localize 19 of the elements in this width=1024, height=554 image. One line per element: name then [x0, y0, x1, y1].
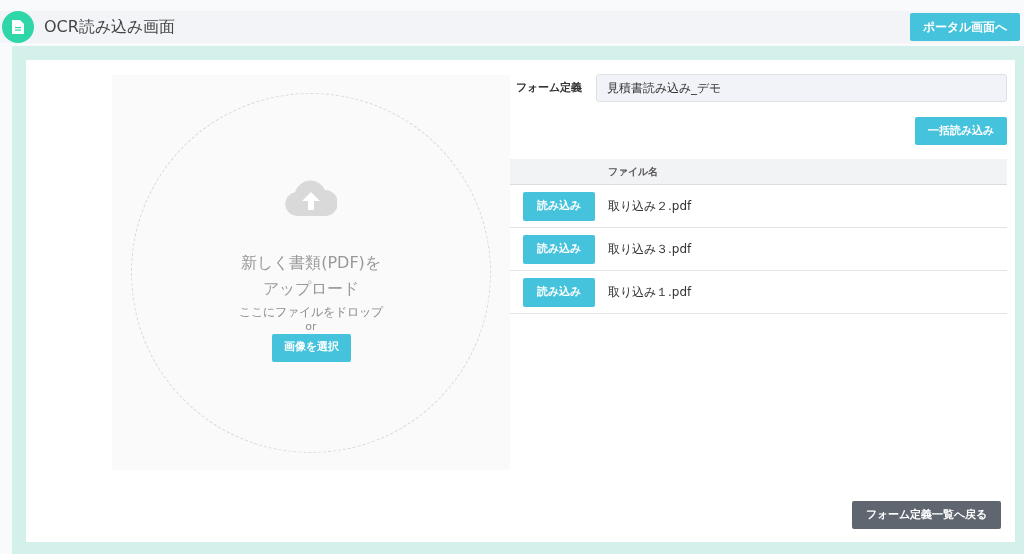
read-button[interactable]: 読み込み: [523, 234, 595, 264]
file-name-cell-text: 取り込み３.pdf: [608, 241, 692, 258]
page-title: OCR読み込み画面: [44, 16, 175, 38]
upload-heading: 新しく書類(PDF)を: [241, 251, 381, 274]
or-text: or: [305, 319, 317, 333]
upload-heading: アップロード: [263, 277, 359, 300]
portal-button[interactable]: ポータル画面へ: [910, 13, 1020, 41]
cloud-upload-icon: [285, 179, 337, 216]
form-definition-field[interactable]: 見積書読み込み_デモ: [596, 74, 1007, 102]
drop-hint: ここにファイルをドロップ: [239, 304, 383, 320]
column-header: ファイル名: [608, 165, 658, 179]
form-label: フォーム定義: [516, 79, 583, 96]
read-button[interactable]: 読み込み: [523, 277, 595, 307]
back-button[interactable]: フォーム定義一覧へ戻る: [852, 501, 1001, 529]
batch-read-button[interactable]: 一括読み込み: [915, 117, 1007, 145]
read-button[interactable]: 読み込み: [523, 191, 595, 221]
file-name-cell-text: 取り込み１.pdf: [608, 284, 692, 301]
file-name-cell-text: 取り込み２.pdf: [608, 198, 692, 215]
select-image-button[interactable]: 画像を選択: [271, 333, 351, 362]
